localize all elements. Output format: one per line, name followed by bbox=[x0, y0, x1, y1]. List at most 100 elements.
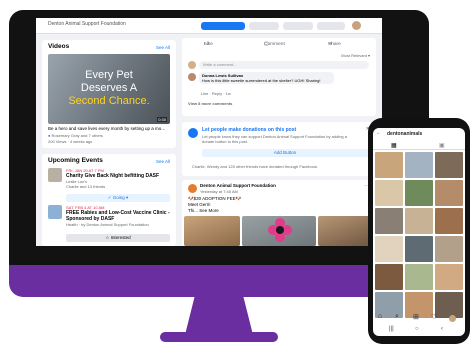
header-button-3[interactable] bbox=[283, 22, 313, 30]
viewer-avatar bbox=[188, 61, 196, 69]
grid-photo[interactable] bbox=[435, 236, 463, 262]
scene: Denton Animal Support Foundation Videos … bbox=[0, 0, 470, 350]
event-title: FREE Rabies and Low-Cost Vaccine Clinic … bbox=[66, 210, 170, 222]
event-thumbnail bbox=[48, 168, 62, 182]
video-reactions: ● Rosemary Gray and 7 others bbox=[48, 133, 103, 138]
donate-icon bbox=[188, 128, 198, 138]
recent-apps-icon[interactable]: ||| bbox=[389, 326, 394, 332]
donation-footer: Charlie, Wendy and 125 other friends hav… bbox=[192, 164, 319, 169]
going-label: Going bbox=[112, 195, 125, 200]
like-reaction-icon: ● bbox=[48, 133, 51, 138]
post-comments-card: 👍︎ Like ▢ Comment ↪ Share Most Relevant … bbox=[182, 38, 376, 116]
add-post-icon[interactable]: ⊞ bbox=[413, 313, 419, 321]
comment-bubble: Donna Lewis Sullivan How is this little … bbox=[199, 72, 334, 84]
event-item[interactable]: SAT, FEB 4 AT 10 AM FREE Rabies and Low-… bbox=[48, 205, 170, 243]
events-card: Upcoming Events See All FRI, JAN 20 AT 7… bbox=[42, 154, 176, 246]
grid-photo[interactable] bbox=[435, 180, 463, 206]
event-place: Health · by Denton Animal Support Founda… bbox=[66, 222, 149, 227]
video-overlay-line1: Every Pet bbox=[85, 69, 133, 81]
header-primary-button[interactable] bbox=[201, 22, 245, 30]
grid-tab-icon[interactable]: ▦ bbox=[391, 142, 397, 149]
flower-decoration-icon bbox=[268, 218, 292, 242]
grid-photo[interactable] bbox=[405, 264, 433, 290]
view-more-comments-link[interactable]: View 8 more comments bbox=[188, 101, 232, 106]
chevron-down-icon: ▾ bbox=[124, 195, 129, 200]
donation-body: Let people know they can support Denton … bbox=[202, 134, 347, 144]
videos-see-all-link[interactable]: See All bbox=[156, 45, 170, 50]
back-arrow-icon[interactable]: ← bbox=[376, 130, 381, 136]
videos-card: Videos See All Every Pet Deserves A Seco… bbox=[42, 40, 176, 148]
back-chevron-icon[interactable]: ‹ bbox=[441, 326, 443, 332]
dog-photo[interactable] bbox=[184, 216, 240, 246]
post-page-name[interactable]: Denton Animal Support Foundation bbox=[200, 183, 276, 188]
facebook-page-screen: Denton Animal Support Foundation Videos … bbox=[36, 18, 382, 246]
write-comment-input[interactable]: Write a comment... bbox=[199, 61, 369, 69]
video-reactions-text: Rosemary Gray and 7 others bbox=[51, 133, 103, 138]
video-caption[interactable]: Be a hero and save lives every month by … bbox=[48, 126, 174, 132]
post-actions: 👍︎ Like ▢ Comment ↪ Share bbox=[182, 42, 376, 50]
profile-avatar[interactable] bbox=[352, 21, 361, 30]
instagram-header: ← dentonanimals bbox=[373, 128, 465, 140]
instagram-bottom-nav: ⌂ ⌕ ⊞ ♡ bbox=[373, 312, 465, 324]
monitor-stand-foot bbox=[160, 332, 278, 342]
video-duration: 0:30 bbox=[157, 117, 167, 122]
interested-button[interactable]: ☆ Interested bbox=[66, 234, 170, 242]
video-views: 200 Views · 4 weeks ago bbox=[48, 139, 93, 144]
home-circle-icon[interactable]: ○ bbox=[415, 326, 419, 332]
tagged-tab-icon[interactable]: ▣ bbox=[439, 142, 445, 149]
profile-icon[interactable] bbox=[449, 315, 456, 322]
search-icon[interactable]: ⌕ bbox=[395, 313, 399, 321]
grid-photo[interactable] bbox=[375, 180, 403, 206]
event-thumbnail bbox=[48, 205, 62, 219]
videos-heading: Videos bbox=[48, 43, 70, 50]
monitor-chin bbox=[9, 265, 429, 297]
grid-photo[interactable] bbox=[405, 180, 433, 206]
sort-label: Most Relevant bbox=[341, 53, 367, 58]
post-photos[interactable] bbox=[182, 216, 376, 246]
page-avatar[interactable] bbox=[188, 184, 197, 193]
event-friends: Charlie and 13 friends bbox=[66, 184, 106, 189]
comment-meta[interactable]: Like · Reply · 1w bbox=[201, 91, 231, 96]
events-see-all-link[interactable]: See All bbox=[156, 159, 170, 164]
photo-grid bbox=[375, 152, 463, 318]
grid-photo[interactable] bbox=[405, 152, 433, 178]
header-button-4[interactable] bbox=[317, 22, 345, 30]
header-button-2[interactable] bbox=[249, 22, 279, 30]
grid-photo[interactable] bbox=[405, 236, 433, 262]
add-button[interactable]: Add Button bbox=[202, 149, 368, 157]
going-button[interactable]: ✓ Going ▾ bbox=[66, 194, 170, 202]
post-meta: Yesterday at 7:45 AM bbox=[200, 189, 238, 194]
like-label: Like bbox=[204, 42, 213, 47]
comment-sort-dropdown[interactable]: Most Relevant ▾ bbox=[341, 53, 370, 58]
video-overlay-line3: Second Chance. bbox=[68, 95, 150, 107]
monitor-stand-neck bbox=[185, 297, 253, 335]
donation-title: Let people make donations on this post bbox=[202, 127, 297, 133]
donation-card: Let people make donations on this post L… bbox=[182, 122, 376, 176]
grid-photo[interactable] bbox=[375, 264, 403, 290]
share-label: Share bbox=[328, 42, 341, 47]
grid-photo[interactable] bbox=[435, 152, 463, 178]
commenter-avatar bbox=[188, 73, 196, 81]
grid-photo[interactable] bbox=[435, 208, 463, 234]
comment-text: How is this little sweetie surrendered a… bbox=[202, 78, 321, 83]
comment-label: Comment bbox=[264, 42, 285, 47]
event-item[interactable]: FRI, JAN 20 AT 7 PM Charity Give Back Ni… bbox=[48, 168, 170, 202]
chevron-down-icon: ▾ bbox=[366, 53, 370, 58]
home-icon[interactable]: ⌂ bbox=[378, 313, 382, 320]
grid-photo[interactable] bbox=[435, 264, 463, 290]
post-line3[interactable]: Thi... See More bbox=[188, 208, 219, 214]
android-system-nav: ||| ○ ‹ bbox=[373, 324, 465, 336]
grid-photo[interactable] bbox=[375, 236, 403, 262]
profile-handle: dentonanimals bbox=[387, 131, 423, 137]
grid-photo[interactable] bbox=[375, 152, 403, 178]
events-heading: Upcoming Events bbox=[48, 157, 103, 164]
dog-photo[interactable] bbox=[318, 216, 374, 246]
profile-tabs: ▦ ▣ bbox=[373, 142, 465, 150]
grid-photo[interactable] bbox=[405, 208, 433, 234]
video-thumbnail[interactable]: Every Pet Deserves A Second Chance. 0:30 bbox=[48, 54, 170, 124]
page-header: Denton Animal Support Foundation bbox=[36, 18, 382, 34]
grid-photo[interactable] bbox=[375, 208, 403, 234]
heart-icon[interactable]: ♡ bbox=[431, 313, 437, 321]
video-overlay-line2: Deserves A bbox=[80, 82, 138, 94]
page-brand: Denton Animal Support Foundation bbox=[48, 21, 126, 27]
